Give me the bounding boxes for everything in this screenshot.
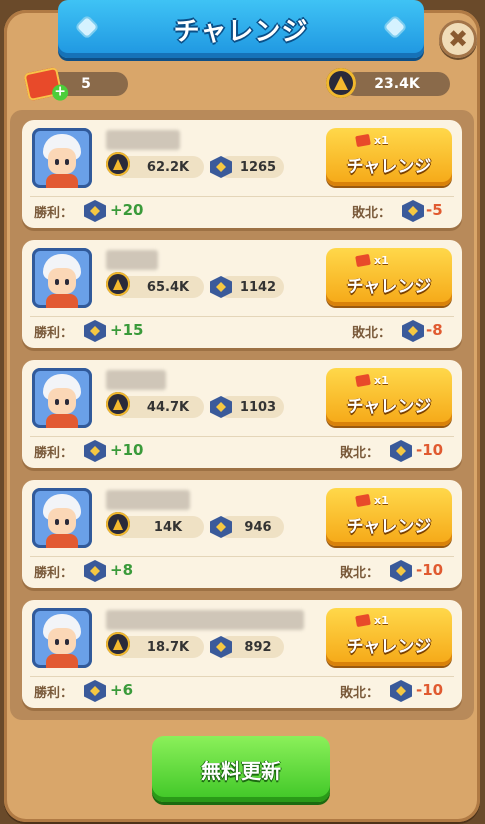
- rating-shield-icon: [84, 440, 106, 462]
- card-divider: [30, 196, 454, 197]
- opponent-card: 14K 946 x1 チャレンジ 勝利： +8 敗北： -10: [22, 480, 462, 588]
- rating-shield-icon: [84, 320, 106, 342]
- free-refresh-button[interactable]: 無料更新: [152, 736, 330, 802]
- ticket-icon: [355, 613, 371, 628]
- card-divider: [30, 436, 454, 437]
- ticket-icon[interactable]: +: [23, 66, 69, 102]
- opponent-avatar: [32, 248, 92, 308]
- win-points: +15: [110, 321, 144, 339]
- trophy-count: 23.4K: [374, 76, 420, 92]
- opponent-name-hidden: [106, 490, 190, 510]
- opponent-avatar: [32, 368, 92, 428]
- win-label: 勝利：: [34, 446, 74, 461]
- challenge-button[interactable]: x1 チャレンジ: [326, 368, 452, 426]
- challenge-button[interactable]: x1 チャレンジ: [326, 248, 452, 306]
- page-title: チャレンジ: [173, 16, 309, 47]
- ticket-count: 5: [81, 76, 91, 92]
- opponent-avatar: [32, 128, 92, 188]
- card-divider: [30, 556, 454, 557]
- lose-points: -5: [426, 201, 443, 219]
- lose-points: -10: [416, 561, 444, 579]
- challenge-label: チャレンジ: [346, 157, 432, 177]
- challenge-cost: x1: [374, 494, 389, 507]
- card-divider: [30, 316, 454, 317]
- power-icon: [106, 272, 130, 296]
- opponent-name-hidden: [106, 250, 158, 270]
- win-label: 勝利：: [34, 206, 74, 221]
- challenge-cost: x1: [374, 254, 389, 267]
- rating-shield-icon: [402, 200, 424, 222]
- opponent-power: 18.7K: [146, 639, 190, 655]
- win-points: +20: [110, 201, 144, 219]
- challenge-cost: x1: [374, 134, 389, 147]
- challenge-label: チャレンジ: [346, 517, 432, 537]
- challenge-button[interactable]: x1 チャレンジ: [326, 608, 452, 666]
- opponent-card: 65.4K 1142 x1 チャレンジ 勝利： +15 敗北： -8: [22, 240, 462, 348]
- opponent-power: 65.4K: [146, 279, 190, 295]
- title-banner: チャレンジ: [58, 0, 424, 58]
- rating-shield-icon: [390, 680, 412, 702]
- opponent-rating: 946: [244, 519, 272, 535]
- win-label: 勝利：: [34, 566, 74, 581]
- rating-shield-icon: [390, 560, 412, 582]
- add-ticket-icon: +: [52, 84, 69, 101]
- opponent-card: 62.2K 1265 x1 チャレンジ 勝利： +20 敗北： -5: [22, 120, 462, 228]
- challenge-label: チャレンジ: [346, 277, 432, 297]
- opponent-power: 62.2K: [146, 159, 190, 175]
- opponent-avatar: [32, 608, 92, 668]
- close-icon: ✖: [447, 25, 469, 53]
- trophy-count-pill: 23.4K: [344, 72, 450, 96]
- challenge-cost: x1: [374, 374, 389, 387]
- ticket-icon: [355, 253, 371, 268]
- power-icon: [106, 512, 130, 536]
- lose-label: 敗北：: [340, 446, 380, 461]
- opponent-rating: 892: [244, 639, 272, 655]
- rating-shield-icon: [84, 200, 106, 222]
- power-icon: [106, 632, 130, 656]
- lose-label: 敗北：: [352, 206, 392, 221]
- win-label: 勝利：: [34, 686, 74, 701]
- gem-decoration-icon: [385, 17, 405, 37]
- rating-shield-icon: [84, 680, 106, 702]
- trophy-icon: [326, 68, 356, 98]
- challenge-button[interactable]: x1 チャレンジ: [326, 128, 452, 186]
- opponent-rating: 1142: [239, 279, 277, 295]
- ticket-icon: [355, 133, 371, 148]
- card-divider: [30, 676, 454, 677]
- opponent-name-hidden: [106, 370, 166, 390]
- rating-shield-icon: [390, 440, 412, 462]
- challenge-button[interactable]: x1 チャレンジ: [326, 488, 452, 546]
- power-icon: [106, 392, 130, 416]
- opponent-name-hidden: [106, 130, 180, 150]
- lose-label: 敗北：: [340, 686, 380, 701]
- close-button[interactable]: ✖: [439, 20, 477, 58]
- free-refresh-label: 無料更新: [201, 758, 281, 783]
- ticket-icon: [355, 373, 371, 388]
- opponent-avatar: [32, 488, 92, 548]
- opponent-power: 44.7K: [146, 399, 190, 415]
- opponent-power: 14K: [153, 519, 183, 535]
- lose-points: -10: [416, 681, 444, 699]
- win-points: +6: [110, 681, 134, 699]
- challenge-cost: x1: [374, 614, 389, 627]
- lose-label: 敗北：: [340, 566, 380, 581]
- ticket-icon: [355, 493, 371, 508]
- challenge-label: チャレンジ: [346, 637, 432, 657]
- rating-shield-icon: [402, 320, 424, 342]
- rating-shield-icon: [84, 560, 106, 582]
- win-points: +10: [110, 441, 144, 459]
- lose-points: -8: [426, 321, 443, 339]
- gem-decoration-icon: [77, 17, 97, 37]
- opponent-name-hidden: [106, 610, 304, 630]
- lose-label: 敗北：: [352, 326, 392, 341]
- win-label: 勝利：: [34, 326, 74, 341]
- opponent-card: 18.7K 892 x1 チャレンジ 勝利： +6 敗北： -10: [22, 600, 462, 708]
- lose-points: -10: [416, 441, 444, 459]
- power-icon: [106, 152, 130, 176]
- win-points: +8: [110, 561, 134, 579]
- opponent-rating: 1265: [239, 159, 277, 175]
- opponent-rating: 1103: [239, 399, 277, 415]
- opponent-card: 44.7K 1103 x1 チャレンジ 勝利： +10 敗北： -10: [22, 360, 462, 468]
- challenge-label: チャレンジ: [346, 397, 432, 417]
